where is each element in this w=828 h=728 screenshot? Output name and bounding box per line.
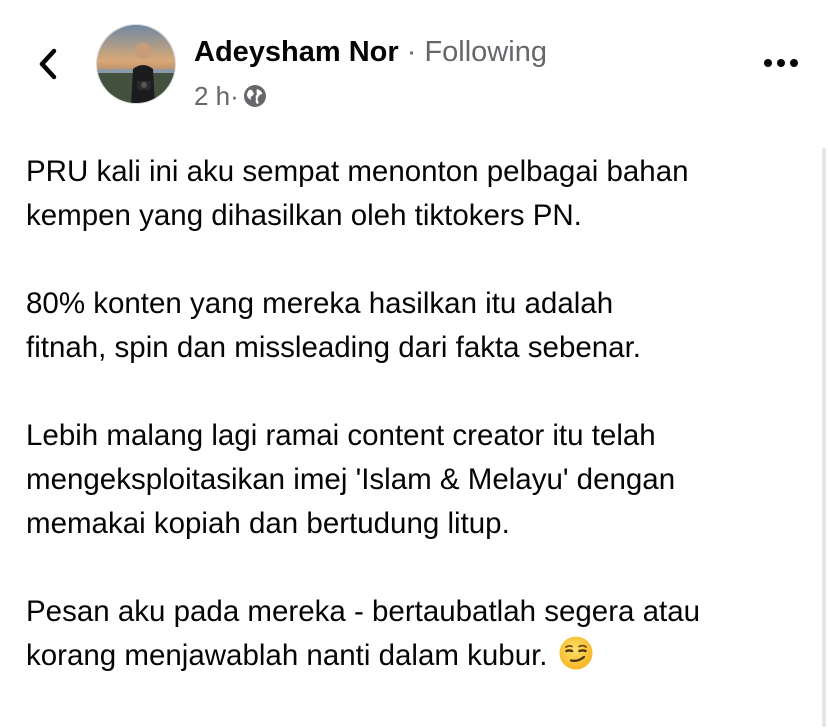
more-options-button[interactable]	[758, 48, 804, 78]
text-line: korang menjawablah nanti dalam kubur.	[26, 639, 548, 672]
text-line: memakai kopiah dan bertudung litup.	[26, 507, 510, 540]
post-paragraph: Pesan aku pada mereka - bertaubatlah seg…	[26, 590, 816, 684]
author-name[interactable]: Adeysham Nor	[194, 36, 399, 68]
chevron-left-icon	[39, 48, 57, 80]
text-line: mengeksploitasikan imej 'Islam & Melayu'…	[26, 463, 676, 496]
post-paragraph: 80% konten yang mereka hasilkan itu adal…	[26, 282, 816, 370]
post-paragraph: PRU kali ini aku sempat menonton pelbaga…	[26, 150, 816, 238]
post-meta: 2 h ·	[194, 80, 267, 112]
text-line: Lebih malang lagi ramai content creator …	[26, 419, 656, 452]
text-line-with-emoji: korang menjawablah nanti dalam kubur.	[26, 634, 816, 684]
text-line: Pesan aku pada mereka - bertaubatlah seg…	[26, 595, 701, 628]
text-line: kempen yang dihasilkan oleh tiktokers PN…	[26, 199, 582, 232]
avatar-photo	[97, 25, 175, 103]
following-status[interactable]: Following	[424, 36, 547, 68]
globe-icon	[243, 84, 267, 108]
post-header: Adeysham Nor · Following 2 h ·	[0, 0, 828, 130]
post-text: PRU kali ini aku sempat menonton pelbaga…	[26, 150, 816, 728]
author-avatar[interactable]	[96, 24, 176, 104]
text-line: 80% konten yang mereka hasilkan itu adal…	[26, 287, 614, 320]
smirking-face-emoji	[558, 635, 594, 684]
text-line: PRU kali ini aku sempat menonton pelbaga…	[26, 155, 689, 188]
meta-separator: ·	[230, 81, 239, 111]
author-line: Adeysham Nor · Following	[194, 33, 547, 71]
post-paragraph: Lebih malang lagi ramai content creator …	[26, 414, 816, 546]
scrollbar[interactable]	[822, 148, 826, 727]
text-line: fitnah, spin dan missleading dari fakta …	[26, 331, 641, 364]
post-timestamp[interactable]: 2 h	[194, 80, 230, 112]
back-button[interactable]	[30, 44, 66, 84]
more-options-icon	[764, 59, 798, 67]
name-separator: ·	[398, 36, 425, 68]
